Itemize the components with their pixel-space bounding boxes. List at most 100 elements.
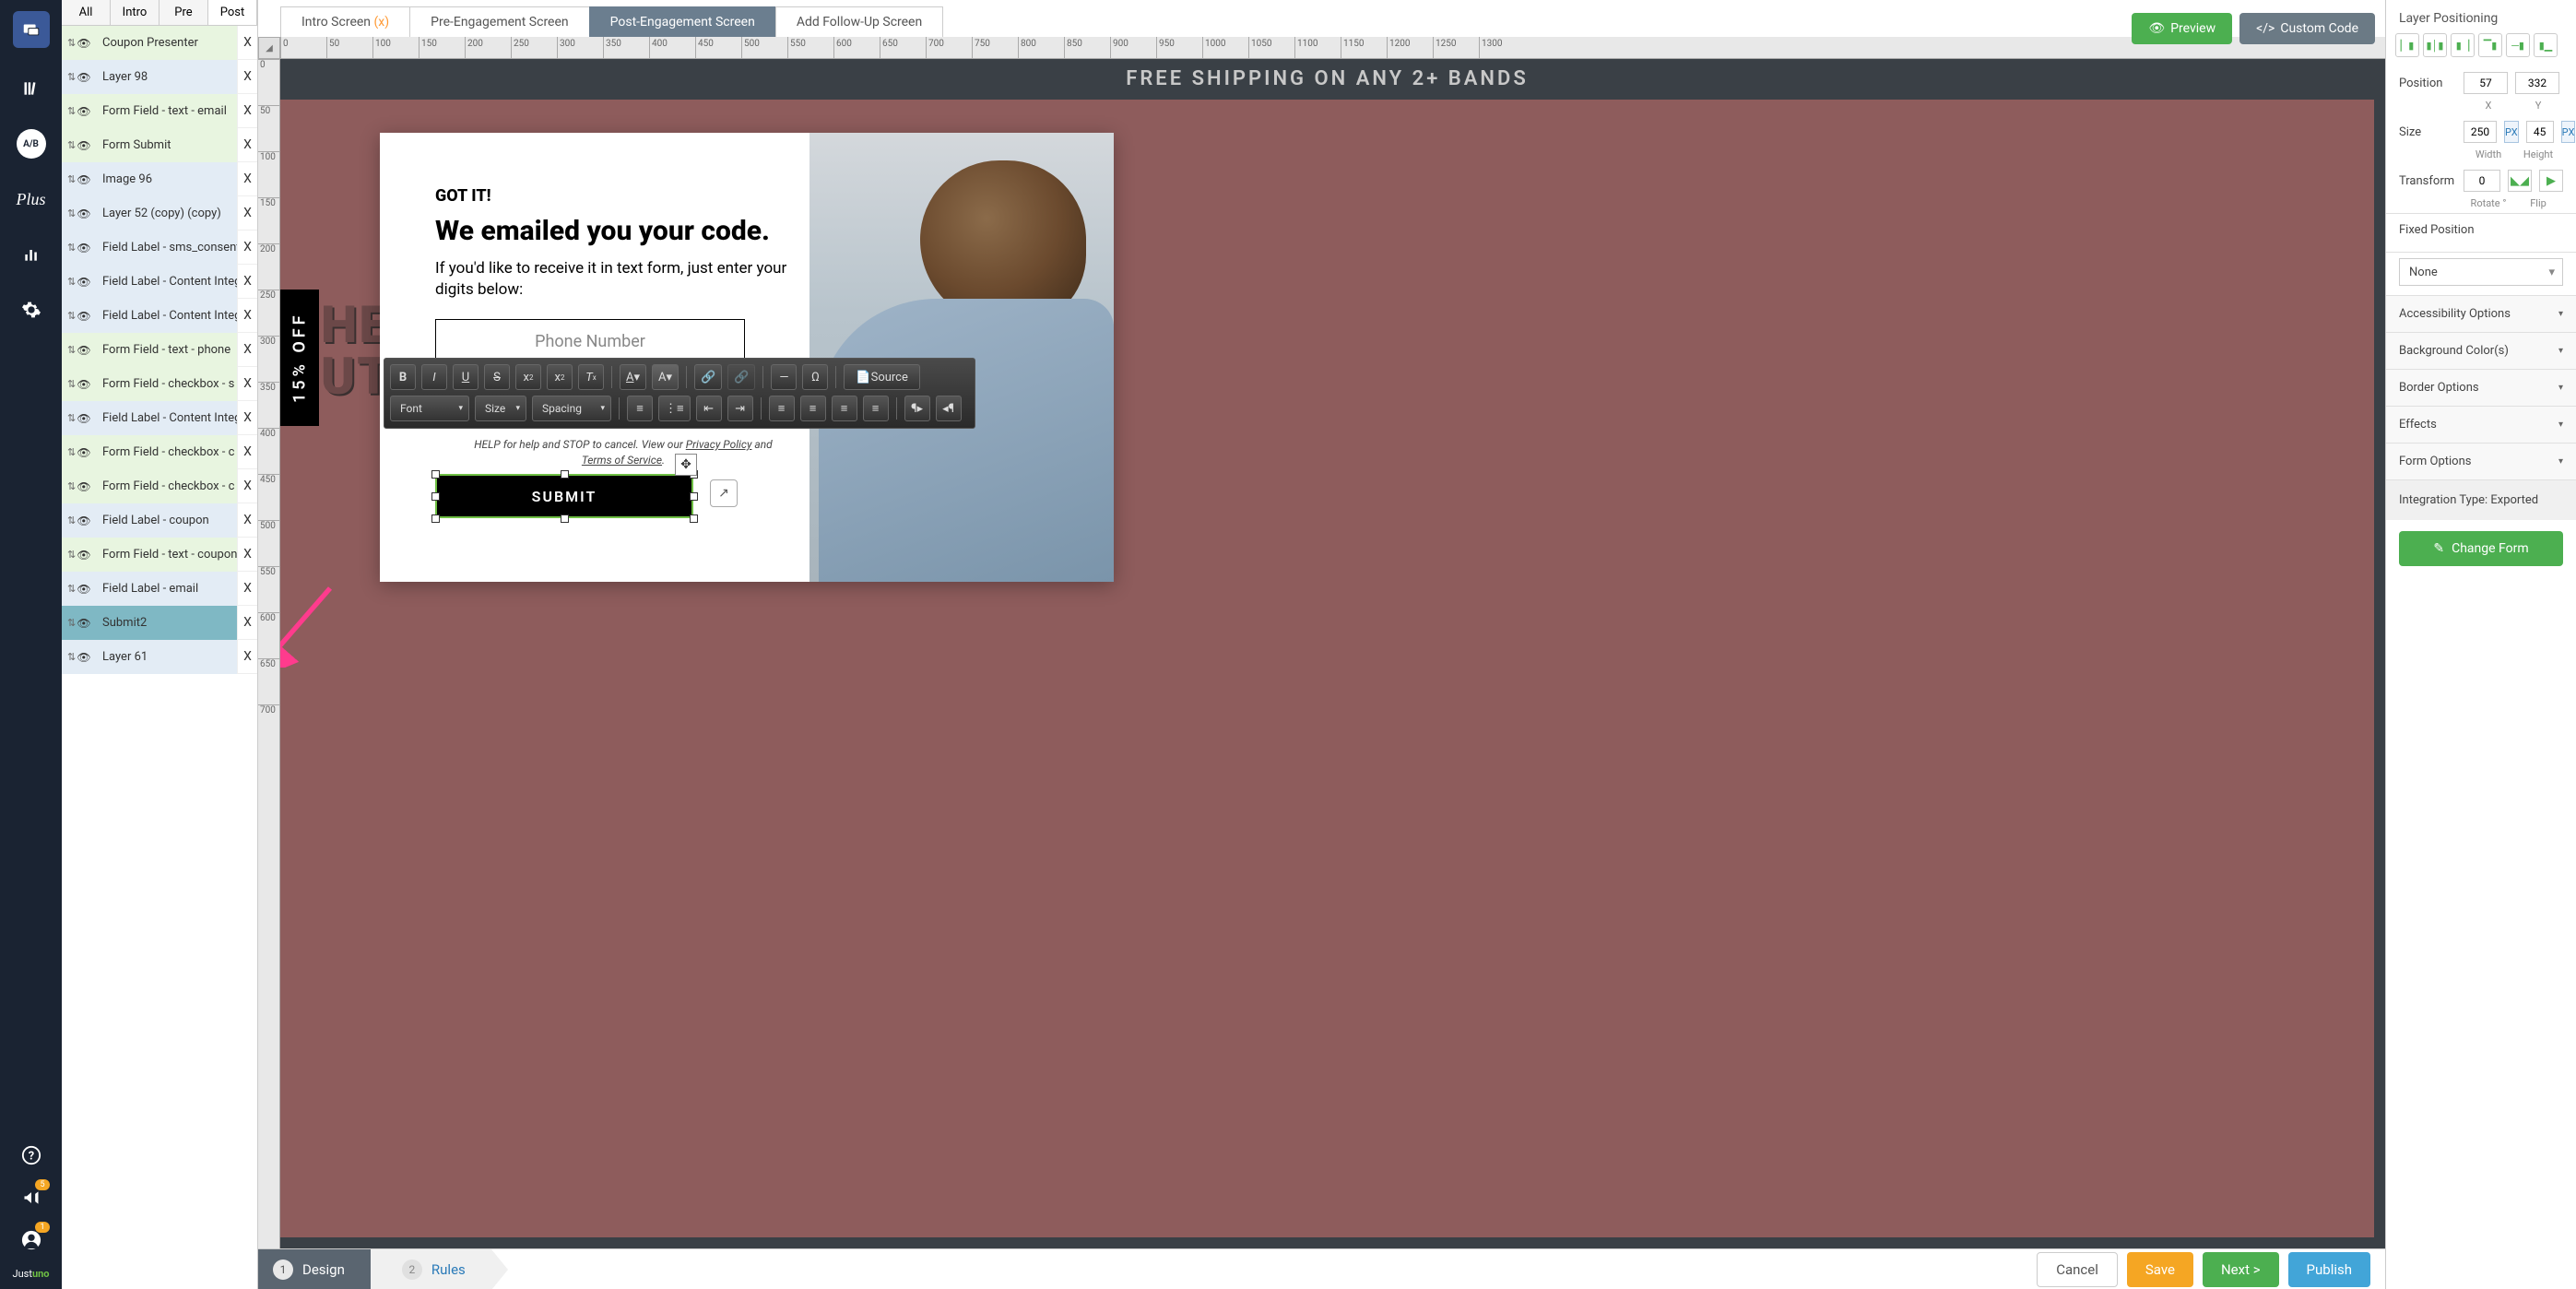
align-top-icon[interactable]: ▔▮ — [2478, 33, 2502, 57]
visibility-icon[interactable]: 👁 — [75, 139, 93, 152]
screen-tab[interactable]: Post-Engagement Screen — [589, 6, 776, 38]
rotate-input[interactable] — [2464, 170, 2500, 192]
library-icon[interactable] — [17, 74, 46, 103]
drag-handle-icon[interactable]: ⇅ — [62, 105, 75, 117]
layer-row[interactable]: ⇅👁Form Field - text - emailX — [62, 94, 257, 128]
visibility-icon[interactable]: 👁 — [75, 480, 93, 493]
accordion-effects[interactable]: Effects▾ — [2386, 406, 2576, 443]
delete-layer-icon[interactable]: X — [237, 503, 257, 538]
visibility-icon[interactable]: 👁 — [75, 378, 93, 391]
visibility-icon[interactable]: 👁 — [75, 242, 93, 254]
indent-button[interactable]: ⇥ — [727, 396, 753, 421]
phone-input[interactable]: Phone Number — [435, 319, 745, 363]
screen-tab[interactable]: Pre-Engagement Screen — [409, 6, 590, 38]
drag-handle-icon[interactable]: ⇅ — [62, 139, 75, 151]
drag-handle-icon[interactable]: ⇅ — [62, 514, 75, 526]
layer-row[interactable]: ⇅👁Form Field - checkbox - cX — [62, 469, 257, 503]
width-input[interactable] — [2464, 121, 2497, 143]
privacy-link[interactable]: Privacy Policy — [686, 438, 752, 451]
layer-row[interactable]: ⇅👁Image 96X — [62, 162, 257, 196]
bgcolor-button[interactable]: A▾ — [652, 364, 679, 390]
rtl-button[interactable]: ◂¶ — [936, 396, 962, 421]
banner-text[interactable]: FREE SHIPPING ON ANY 2+ BANDS — [280, 59, 2374, 100]
layer-tab-post[interactable]: Post — [208, 0, 257, 25]
delete-layer-icon[interactable]: X — [237, 538, 257, 572]
align-right-icon[interactable]: ▮▕ — [2451, 33, 2475, 57]
layer-row[interactable]: ⇅👁Layer 98X — [62, 60, 257, 94]
visibility-icon[interactable]: 👁 — [75, 207, 93, 220]
fixed-position-select[interactable]: None — [2399, 258, 2563, 286]
size-dropdown[interactable]: Size — [475, 396, 526, 421]
drag-handle-icon[interactable]: ⇅ — [62, 480, 75, 492]
visibility-icon[interactable]: 👁 — [75, 173, 93, 186]
delete-layer-icon[interactable]: X — [237, 299, 257, 333]
delete-layer-icon[interactable]: X — [237, 162, 257, 196]
visibility-icon[interactable]: 👁 — [75, 276, 93, 289]
layer-row[interactable]: ⇅👁Form Field - checkbox - sX — [62, 367, 257, 401]
align-bottom-icon[interactable]: ▮▁ — [2534, 33, 2558, 57]
selection-handle[interactable] — [431, 492, 440, 501]
layer-row[interactable]: ⇅👁Submit2X — [62, 606, 257, 640]
layer-row[interactable]: ⇅👁Field Label - emailX — [62, 572, 257, 606]
italic-button[interactable]: I — [421, 364, 447, 390]
visibility-icon[interactable]: 👁 — [75, 310, 93, 323]
visibility-icon[interactable]: 👁 — [75, 412, 93, 425]
drag-handle-icon[interactable]: ⇅ — [62, 276, 75, 288]
bulletlist-button[interactable]: ⋮≡ — [658, 396, 691, 421]
drag-handle-icon[interactable]: ⇅ — [62, 242, 75, 254]
align-center-v-icon[interactable]: ─▮ — [2506, 33, 2530, 57]
app-logo[interactable] — [13, 11, 50, 48]
drag-handle-icon[interactable]: ⇅ — [62, 344, 75, 356]
delete-layer-icon[interactable]: X — [237, 606, 257, 640]
textcolor-button[interactable]: A▾ — [620, 364, 646, 390]
drag-handle-icon[interactable]: ⇅ — [62, 173, 75, 185]
delete-layer-icon[interactable]: X — [237, 196, 257, 231]
layer-row[interactable]: ⇅👁Form Field - text - phoneX — [62, 333, 257, 367]
help-icon[interactable]: ? — [17, 1141, 46, 1170]
flip-v-icon[interactable]: ▶ — [2539, 170, 2563, 192]
link-button[interactable]: 🔗 — [694, 364, 722, 390]
layer-row[interactable]: ⇅👁Form Field - checkbox - cX — [62, 435, 257, 469]
submit-button[interactable]: SUBMIT — [435, 474, 693, 518]
align-left-icon[interactable]: ▏▮ — [2395, 33, 2419, 57]
custom-code-button[interactable]: </> Custom Code — [2239, 13, 2375, 44]
move-icon[interactable]: ✥ — [675, 454, 697, 476]
delete-layer-icon[interactable]: X — [237, 26, 257, 60]
layer-tab-all[interactable]: All — [62, 0, 111, 25]
change-form-button[interactable]: ✎ Change Form — [2399, 531, 2563, 566]
accordion-form-options[interactable]: Form Options▾ — [2386, 443, 2576, 479]
delete-layer-icon[interactable]: X — [237, 401, 257, 435]
drag-handle-icon[interactable]: ⇅ — [62, 71, 75, 83]
step-rules[interactable]: 2Rules — [371, 1249, 491, 1289]
spacing-dropdown[interactable]: Spacing — [532, 396, 611, 421]
layer-row[interactable]: ⇅👁Form SubmitX — [62, 128, 257, 162]
special-char-button[interactable]: Ω — [802, 364, 828, 390]
drag-handle-icon[interactable]: ⇅ — [62, 549, 75, 561]
screen-tab[interactable]: Intro Screen (x) — [280, 6, 410, 38]
share-icon[interactable]: ↗ — [710, 479, 738, 507]
bold-button[interactable]: B — [390, 364, 416, 390]
delete-layer-icon[interactable]: X — [237, 265, 257, 299]
subscript-button[interactable]: x2 — [515, 364, 541, 390]
user-icon[interactable]: 1 — [17, 1225, 46, 1255]
drag-handle-icon[interactable]: ⇅ — [62, 37, 75, 49]
layer-row[interactable]: ⇅👁Coupon PresenterX — [62, 26, 257, 60]
flip-h-icon[interactable]: ◣◢ — [2508, 170, 2532, 192]
layer-row[interactable]: ⇅👁Field Label - sms_consentX — [62, 231, 257, 265]
layer-row[interactable]: ⇅👁Field Label - couponX — [62, 503, 257, 538]
layer-row[interactable]: ⇅👁Field Label - Content IntegrationX — [62, 401, 257, 435]
selection-handle[interactable] — [431, 514, 440, 523]
layer-row[interactable]: ⇅👁Field Label - Content IntegrationX — [62, 299, 257, 333]
layer-row[interactable]: ⇅👁Layer 52 (copy) (copy)X — [62, 196, 257, 231]
selection-handle[interactable] — [561, 470, 569, 479]
visibility-icon[interactable]: 👁 — [75, 514, 93, 527]
visibility-icon[interactable]: 👁 — [75, 583, 93, 596]
ltr-button[interactable]: ¶▸ — [904, 396, 930, 421]
delete-layer-icon[interactable]: X — [237, 60, 257, 94]
accordion-background-color-s-[interactable]: Background Color(s)▾ — [2386, 332, 2576, 369]
visibility-icon[interactable]: 👁 — [75, 71, 93, 84]
align-center-h-icon[interactable]: ▮│▮ — [2423, 33, 2447, 57]
next-button[interactable]: Next > — [2203, 1252, 2279, 1287]
superscript-button[interactable]: x2 — [547, 364, 573, 390]
strike-button[interactable]: S — [484, 364, 510, 390]
